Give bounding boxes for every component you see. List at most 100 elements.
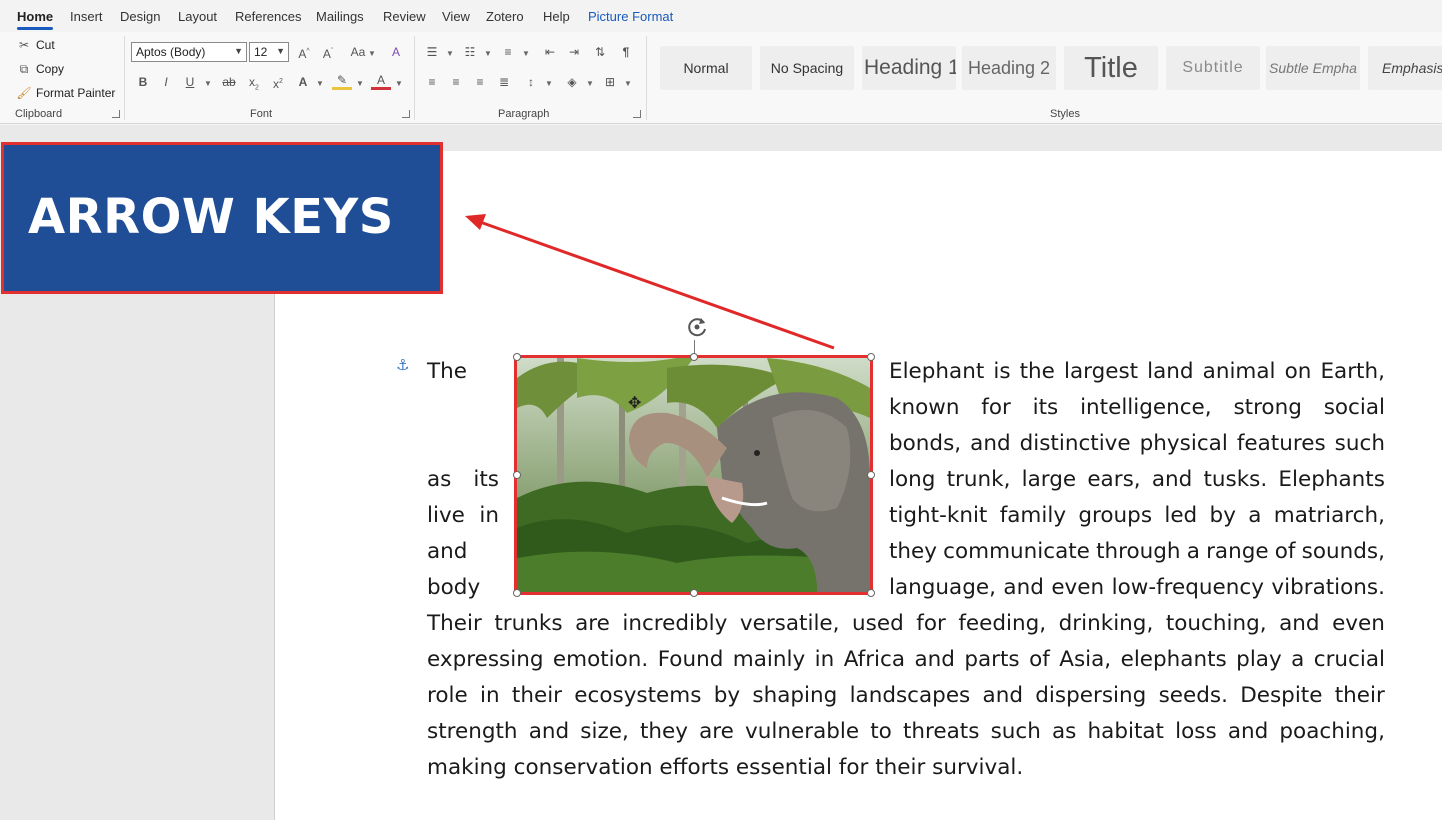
style-heading-2-label: Heading 2 xyxy=(967,57,1051,78)
align-right-icon[interactable]: ≡ xyxy=(470,72,490,92)
chevron-down-icon[interactable]: ▼ xyxy=(545,79,553,88)
text-word: to xyxy=(870,719,892,744)
font-size-combobox[interactable]: 12 ▼ xyxy=(249,42,289,62)
chevron-down-icon[interactable]: ▼ xyxy=(316,79,324,88)
tab-home[interactable]: Home xyxy=(17,9,54,30)
justify-icon[interactable]: ≣ xyxy=(494,72,514,92)
shading-icon[interactable]: ◈ xyxy=(562,72,582,92)
decrease-indent-icon[interactable]: ⇤ xyxy=(540,42,560,62)
text-word: on xyxy=(1284,359,1312,384)
style-no-spacing[interactable]: No Spacing xyxy=(760,46,854,90)
text-word: Their xyxy=(427,611,482,636)
resize-handle-icon[interactable] xyxy=(513,589,521,597)
clear-formatting-icon[interactable]: A xyxy=(386,42,406,62)
tab-picture-format[interactable]: Picture Format xyxy=(588,9,673,24)
tab-insert[interactable]: Insert xyxy=(70,9,103,24)
tab-references[interactable]: References xyxy=(235,9,301,24)
multilevel-list-icon[interactable]: ≡ xyxy=(498,42,518,62)
resize-handle-icon[interactable] xyxy=(867,589,875,597)
style-emphasis[interactable]: Emphasis xyxy=(1368,46,1442,90)
clipboard-group-label: Clipboard xyxy=(15,108,63,120)
tab-help[interactable]: Help xyxy=(543,9,570,24)
text-line: as its xyxy=(427,466,499,494)
chevron-down-icon[interactable]: ▼ xyxy=(624,79,632,88)
copy-button[interactable]: ⧉ Copy xyxy=(16,60,64,78)
font-color-icon[interactable]: A xyxy=(371,72,391,90)
style-emphasis-label: Emphasis xyxy=(1382,60,1442,76)
pilcrow-icon[interactable]: ¶ xyxy=(616,42,636,62)
ribbon-divider xyxy=(124,36,125,120)
superscript-icon[interactable]: x2 xyxy=(268,72,288,92)
style-heading-2[interactable]: Heading 2 xyxy=(962,46,1056,90)
font-name-combobox[interactable]: Aptos (Body) ▼ xyxy=(131,42,247,62)
text-line: role in their ecosystems by shaping landscapes… xyxy=(427,682,1385,710)
format-painter-button[interactable]: 🖌 Format Painter xyxy=(16,84,115,102)
shrink-font-icon[interactable]: Aˇ xyxy=(318,42,338,62)
align-center-icon[interactable]: ≡ xyxy=(446,72,466,92)
borders-icon[interactable]: ⊞ xyxy=(600,72,620,92)
line-spacing-icon[interactable]: ↕ xyxy=(521,72,541,92)
highlighter-icon[interactable]: ✎ xyxy=(332,72,352,90)
bullets-icon[interactable]: ☰ xyxy=(422,42,442,62)
text-line: bonds, and distinctive physical features such xyxy=(889,430,1385,458)
chevron-down-icon[interactable]: ▼ xyxy=(204,79,212,88)
text-word: expressing xyxy=(427,647,544,672)
style-heading-1[interactable]: Heading 1 xyxy=(862,46,956,90)
text-word: dispersing xyxy=(1035,683,1147,708)
text-line: Their trunks are incredibly versatile, used fo… xyxy=(427,610,1385,638)
grow-font-icon[interactable]: A^ xyxy=(294,42,314,62)
chevron-down-icon: ▼ xyxy=(234,46,243,56)
strikethrough-icon[interactable]: ab xyxy=(219,72,239,92)
text-word: mainly xyxy=(732,647,806,672)
text-word: making conservation efforts essential fo… xyxy=(427,755,1024,780)
text-word: Elephants xyxy=(1278,467,1385,492)
chevron-down-icon[interactable]: ▼ xyxy=(368,49,376,58)
elephant-image xyxy=(517,358,870,592)
resize-handle-icon[interactable] xyxy=(867,471,875,479)
font-launcher-icon[interactable] xyxy=(402,110,410,118)
underline-icon[interactable]: U xyxy=(180,72,200,92)
chevron-down-icon[interactable]: ▼ xyxy=(586,79,594,88)
text-effects-icon[interactable]: A xyxy=(293,72,313,92)
text-word: of xyxy=(1029,647,1050,672)
increase-indent-icon[interactable]: ⇥ xyxy=(564,42,584,62)
chevron-down-icon[interactable]: ▼ xyxy=(522,49,530,58)
tab-review[interactable]: Review xyxy=(383,9,426,24)
style-subtitle[interactable]: Subtitle xyxy=(1166,46,1260,90)
tab-layout[interactable]: Layout xyxy=(178,9,217,24)
paragraph-launcher-icon[interactable] xyxy=(633,110,641,118)
style-subtle-emphasis[interactable]: Subtle Empha xyxy=(1266,46,1360,90)
sort-icon[interactable]: ⇅ xyxy=(590,42,610,62)
style-title[interactable]: Title xyxy=(1064,46,1158,90)
italic-icon[interactable]: I xyxy=(156,72,176,92)
elephant-picture[interactable] xyxy=(514,355,873,595)
bold-icon[interactable]: B xyxy=(133,72,153,92)
text-word: and xyxy=(1227,719,1269,744)
resize-handle-icon[interactable] xyxy=(513,353,521,361)
align-left-icon[interactable]: ≡ xyxy=(422,72,442,92)
chevron-down-icon[interactable]: ▼ xyxy=(356,79,364,88)
text-word: are xyxy=(699,719,734,744)
resize-handle-icon[interactable] xyxy=(690,353,698,361)
subscript-icon[interactable]: x2 xyxy=(244,72,264,92)
resize-handle-icon[interactable] xyxy=(513,471,521,479)
tab-view[interactable]: View xyxy=(442,9,470,24)
tab-design[interactable]: Design xyxy=(120,9,160,24)
text-word: versatile, xyxy=(739,611,840,636)
text-word: trunk, xyxy=(946,467,1011,492)
chevron-down-icon[interactable]: ▼ xyxy=(446,49,454,58)
cut-button[interactable]: ✂ Cut xyxy=(16,36,55,54)
tab-zotero[interactable]: Zotero xyxy=(486,9,524,24)
resize-handle-icon[interactable] xyxy=(690,589,698,597)
copy-label: Copy xyxy=(36,62,65,76)
numbering-icon[interactable]: ☷ xyxy=(460,42,480,62)
clipboard-launcher-icon[interactable] xyxy=(112,110,120,118)
chevron-down-icon[interactable]: ▼ xyxy=(484,49,492,58)
style-normal[interactable]: Normal xyxy=(660,46,752,90)
anchor-icon[interactable]: ⚓ xyxy=(396,356,409,374)
chevron-down-icon[interactable]: ▼ xyxy=(395,79,403,88)
text-word: such xyxy=(990,719,1041,744)
resize-handle-icon[interactable] xyxy=(867,353,875,361)
rotate-handle-icon[interactable] xyxy=(684,314,710,340)
tab-mailings[interactable]: Mailings xyxy=(316,9,364,24)
